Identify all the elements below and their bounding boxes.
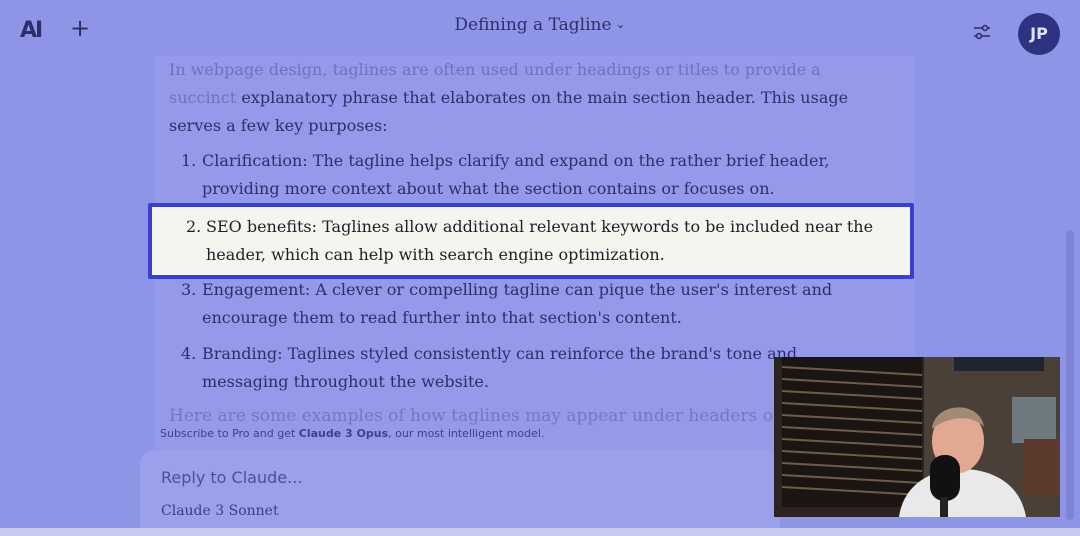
reply-composer[interactable]: Reply to Claude... Claude 3 Sonnet — [140, 450, 780, 536]
intro-paragraph: In webpage design, taglines are often us… — [169, 56, 869, 140]
list-item-text: Branding: Taglines styled consistently c… — [202, 344, 798, 391]
highlighted-list-item: 2. SEO benefits: Taglines allow addition… — [148, 203, 914, 279]
sliders-icon[interactable] — [972, 22, 992, 46]
trailing-text: Here are some examples of how taglines m… — [169, 406, 862, 426]
top-bar: AI + Defining a Tagline ⌄ JP — [0, 0, 1080, 58]
promo-suffix: , our most intelligent model. — [388, 427, 545, 440]
promo-model-name: Claude 3 Opus — [298, 427, 389, 440]
list-item-text: Engagement: A clever or compelling tagli… — [202, 280, 833, 327]
list-item-number: 2. — [186, 217, 202, 236]
list-item-number: 3. — [181, 280, 197, 299]
list-item-text: SEO benefits: Taglines allow additional … — [206, 217, 874, 264]
horizontal-scrollbar[interactable] — [0, 528, 1080, 536]
model-selector[interactable]: Claude 3 Sonnet — [161, 503, 279, 519]
intro-line-rest: explanatory phrase that elaborates on th… — [169, 88, 849, 135]
chevron-down-icon: ⌄ — [615, 17, 626, 31]
pro-promo[interactable]: Subscribe to Pro and get Claude 3 Opus, … — [160, 427, 544, 440]
chat-title-text: Defining a Tagline — [454, 15, 612, 35]
reply-input[interactable]: Reply to Claude... — [161, 468, 302, 487]
chat-title[interactable]: Defining a Tagline ⌄ — [0, 15, 1080, 35]
webcam-presenter-icon — [774, 357, 1060, 517]
scrollbar-thumb[interactable] — [1066, 230, 1074, 520]
list-item-number: 4. — [181, 344, 197, 363]
list-item-number: 1. — [181, 151, 197, 170]
list-item-text: Clarification: The tagline helps clarify… — [202, 151, 830, 198]
avatar[interactable]: JP — [1018, 13, 1060, 55]
promo-prefix: Subscribe to Pro and get — [160, 427, 299, 440]
